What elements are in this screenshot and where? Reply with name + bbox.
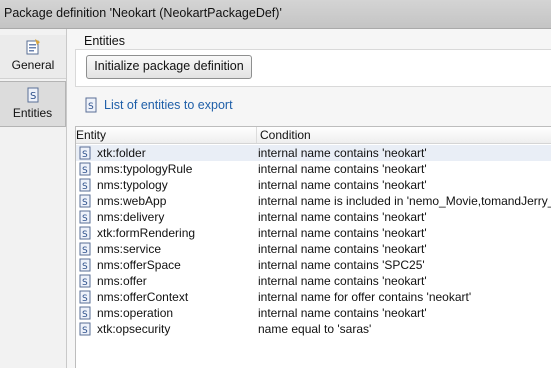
table-row[interactable]: Snms:offer internal name contains 'neokar… <box>76 273 551 289</box>
schema-icon: S <box>79 306 91 320</box>
entity-cell: xtk:formRendering <box>97 226 196 240</box>
entity-cell: xtk:folder <box>97 146 146 160</box>
entity-cell: nms:offerContext <box>97 290 189 304</box>
entities-icon: S <box>27 87 38 103</box>
condition-cell: internal name is included in 'nemo_Movie… <box>258 194 551 208</box>
table-row[interactable]: Snms:offerSpace internal name contains 'S… <box>76 257 551 273</box>
entities-table: Entity Condition Sxtk:folder internal nam… <box>75 126 551 368</box>
entity-cell: nms:typologyRule <box>97 162 193 176</box>
list-of-entities-label: List of entities to export <box>104 98 233 112</box>
schema-icon: S <box>79 274 91 288</box>
svg-text:S: S <box>82 214 88 224</box>
schema-icon: S <box>79 178 91 192</box>
initialize-package-definition-button[interactable]: Initialize package definition <box>86 55 252 79</box>
table-row[interactable]: Sxtk:formRendering internal name contains… <box>76 225 551 241</box>
condition-cell: internal name contains 'neokart' <box>258 162 427 176</box>
table-row[interactable]: Snms:service internal name contains 'neok… <box>76 241 551 257</box>
svg-text:S: S <box>82 326 88 336</box>
entity-cell: nms:operation <box>97 306 174 320</box>
table-row[interactable]: Snms:typologyRule internal name contains … <box>76 161 551 177</box>
entity-cell: nms:service <box>97 242 162 256</box>
schema-icon: S <box>79 242 91 256</box>
svg-text:S: S <box>82 278 88 288</box>
condition-cell: internal name contains 'neokart' <box>258 306 427 320</box>
schema-icon: S <box>79 258 91 272</box>
condition-cell: internal name contains 'SPC25' <box>258 258 425 272</box>
svg-text:S: S <box>82 150 88 160</box>
window-title: Package definition 'Neokart (NeokartPack… <box>0 0 551 29</box>
svg-text:S: S <box>82 182 88 192</box>
schema-icon: S <box>79 322 91 336</box>
condition-cell: internal name contains 'neokart' <box>258 226 427 240</box>
svg-text:S: S <box>88 102 94 112</box>
entity-list-icon: S <box>85 97 97 113</box>
condition-cell: internal name contains 'neokart' <box>258 146 427 160</box>
condition-cell: internal name contains 'neokart' <box>258 242 427 256</box>
entity-cell: nms:webApp <box>97 194 167 208</box>
condition-cell: name equal to 'saras' <box>258 322 372 336</box>
svg-text:S: S <box>82 230 88 240</box>
svg-text:S: S <box>82 294 88 304</box>
condition-cell: internal name contains 'neokart' <box>258 274 427 288</box>
tab-general-label: General <box>11 58 55 72</box>
tab-entities[interactable]: S Entities <box>0 81 66 127</box>
entity-cell: nms:offerSpace <box>97 258 181 272</box>
schema-icon: S <box>79 290 91 304</box>
entity-cell: nms:typology <box>97 178 168 192</box>
table-row[interactable]: Snms:webApp internal name is included in … <box>76 193 551 209</box>
schema-icon: S <box>79 146 91 160</box>
condition-cell: internal name contains 'neokart' <box>258 178 427 192</box>
list-of-entities-link[interactable]: S List of entities to export <box>84 97 233 113</box>
table-row[interactable]: Sxtk:opsecurity name equal to 'saras' <box>76 321 551 337</box>
svg-text:S: S <box>82 262 88 272</box>
svg-text:S: S <box>82 310 88 320</box>
condition-cell: internal name for offer contains 'neokar… <box>258 290 472 304</box>
condition-cell: internal name contains 'neokart' <box>258 210 427 224</box>
svg-text:S: S <box>82 246 88 256</box>
column-header-condition[interactable]: Condition <box>256 127 311 143</box>
entities-group-label: Entities <box>84 34 125 48</box>
svg-text:S: S <box>30 91 36 102</box>
schema-icon: S <box>79 194 91 208</box>
svg-text:S: S <box>82 198 88 208</box>
table-row[interactable]: Sxtk:folder internal name contains 'neoka… <box>76 145 551 161</box>
tab-entities-label: Entities <box>12 106 53 120</box>
column-header-entity[interactable]: Entity <box>76 128 106 142</box>
sidebar: General S Entities <box>0 29 67 368</box>
table-row[interactable]: Snms:offerContext internal name for offer… <box>76 289 551 305</box>
tab-general[interactable]: General <box>0 35 66 79</box>
entity-cell: nms:offer <box>97 274 147 288</box>
svg-text:S: S <box>82 166 88 176</box>
table-row[interactable]: Snms:typology internal name contains 'neo… <box>76 177 551 193</box>
schema-icon: S <box>79 210 91 224</box>
table-body: Sxtk:folder internal name contains 'neoka… <box>76 145 551 368</box>
general-settings-icon <box>26 39 40 55</box>
main-content: Entities Initialize package definition S… <box>67 29 551 368</box>
entity-cell: xtk:opsecurity <box>97 322 171 336</box>
table-header: Entity Condition <box>76 127 551 144</box>
table-row[interactable]: Snms:delivery internal name contains 'neo… <box>76 209 551 225</box>
schema-icon: S <box>79 162 91 176</box>
table-row[interactable]: Snms:operation internal name contains 'ne… <box>76 305 551 321</box>
schema-icon: S <box>79 226 91 240</box>
entity-cell: nms:delivery <box>97 210 165 224</box>
